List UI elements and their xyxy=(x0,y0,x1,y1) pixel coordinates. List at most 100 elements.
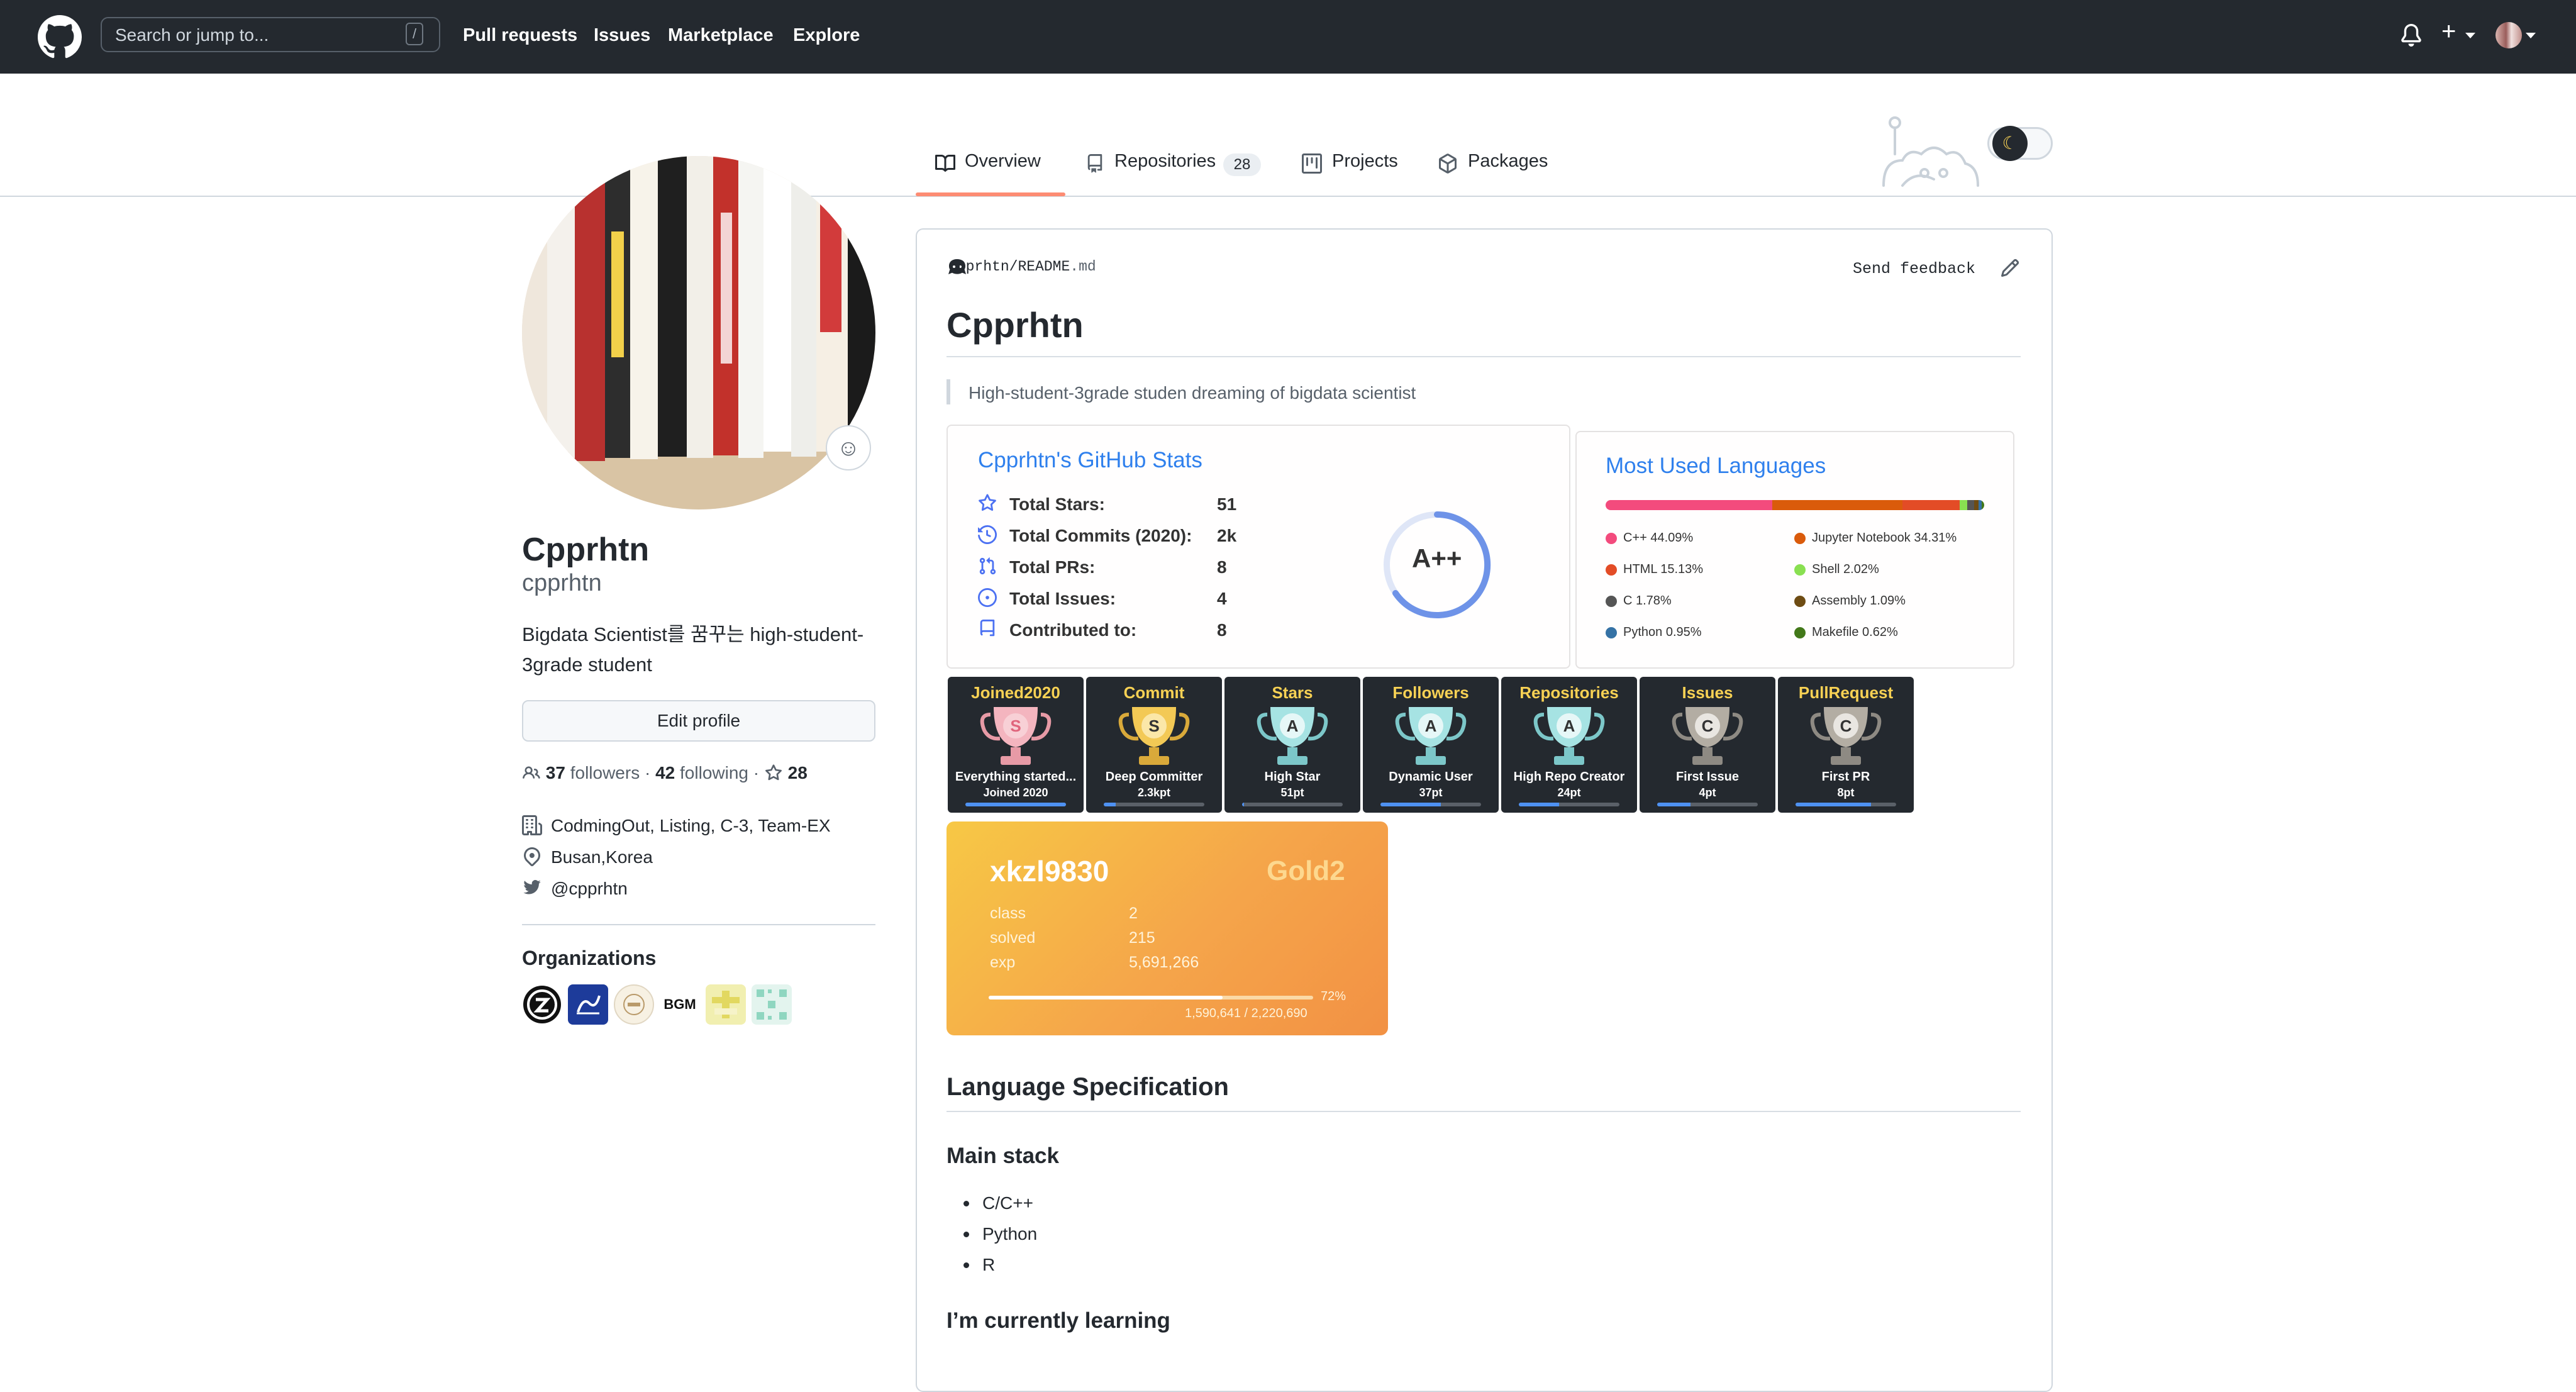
org-avatar[interactable] xyxy=(614,984,654,1025)
org-avatar[interactable] xyxy=(568,984,608,1025)
language-dot xyxy=(1794,626,1806,638)
nav-explore[interactable]: Explore xyxy=(793,25,860,46)
tab-repositories[interactable]: Repositories xyxy=(1114,151,1216,172)
organizations-title: Organizations xyxy=(522,947,657,969)
stats-card-title: Cpprhtn's GitHub Stats xyxy=(978,448,1202,472)
bell-icon[interactable] xyxy=(2400,23,2423,48)
language-label: C 1.78% xyxy=(1623,594,1672,608)
trophy-points: 4pt xyxy=(1699,786,1716,799)
history-icon xyxy=(978,525,997,544)
subsection-heading: Main stack xyxy=(947,1144,1059,1168)
send-feedback-link[interactable]: Send feedback xyxy=(1853,260,1975,278)
nav-pull-requests[interactable]: Pull requests xyxy=(463,25,577,46)
followers-link[interactable]: followers xyxy=(570,763,640,782)
trophy-title: Repositories xyxy=(1519,683,1619,702)
plus-icon[interactable]: + xyxy=(2441,19,2456,44)
list-item: R xyxy=(982,1255,996,1274)
trophy-progress-fill xyxy=(1104,803,1116,806)
language-bar-segment xyxy=(1960,500,1968,510)
exp-progress-numbers: 1,590,641 / 2,220,690 xyxy=(1185,1006,1307,1020)
moon-icon[interactable]: ☾ xyxy=(1992,126,2028,161)
language-label: C++ 44.09% xyxy=(1623,531,1694,545)
section-heading: Language Specification xyxy=(947,1073,1229,1101)
readme-path-user[interactable]: cpprhtn xyxy=(948,259,1009,275)
trophy-points: 37pt xyxy=(1419,786,1443,799)
org-avatar[interactable] xyxy=(706,984,746,1025)
trophy-card[interactable]: PullRequest C First PR 8pt xyxy=(1778,677,1914,813)
trophy-title: Stars xyxy=(1272,683,1313,702)
chevron-down-icon[interactable] xyxy=(2465,33,2475,39)
list-item: Python xyxy=(982,1224,1038,1244)
following-count[interactable]: 42 xyxy=(655,763,675,782)
trophy-rank: S xyxy=(1148,716,1159,735)
org-avatar[interactable] xyxy=(752,984,792,1025)
language-label: HTML 15.13% xyxy=(1623,562,1704,576)
trophy-card[interactable]: Stars A High Star 51pt xyxy=(1224,677,1360,813)
solved-row-value: 2 xyxy=(1129,905,1138,922)
list-bullet xyxy=(963,1201,969,1206)
stat-label: Total Stars: xyxy=(1009,494,1105,514)
trophy-description: First Issue xyxy=(1675,770,1740,784)
trophy-card[interactable]: Commit S Deep Committer 2.3kpt xyxy=(1086,677,1222,813)
trophy-progress xyxy=(1519,803,1619,806)
tab-packages[interactable]: Packages xyxy=(1468,151,1548,172)
solved-username: xkzl9830 xyxy=(990,855,1109,888)
tab-overview[interactable]: Overview xyxy=(965,151,1041,172)
profile-twitter-link[interactable]: @cpprhtn xyxy=(551,879,628,899)
follow-stats: 37 followers · 42 following · 28 xyxy=(522,763,808,783)
trophy-title: Joined2020 xyxy=(971,683,1060,702)
stat-label: Contributed to: xyxy=(1009,620,1137,640)
stat-label: Total Issues: xyxy=(1009,589,1116,608)
org-avatar[interactable] xyxy=(522,984,562,1025)
language-dot xyxy=(1794,532,1806,544)
profile-avatar[interactable] xyxy=(522,156,875,509)
exp-progress-percent: 72% xyxy=(1321,989,1346,1003)
edit-profile-button[interactable]: Edit profile xyxy=(522,700,875,742)
trophy-card[interactable]: Repositories A High Repo Creator 24pt xyxy=(1501,677,1637,813)
trophy-progress xyxy=(1796,803,1896,806)
trophy-description: First PR xyxy=(1821,770,1870,784)
language-item: Jupyter Notebook 34.31% xyxy=(1794,531,1957,545)
trophy-progress xyxy=(965,803,1066,806)
avatar[interactable] xyxy=(2496,22,2522,48)
trophy-icon: C xyxy=(1672,707,1743,765)
github-logo-icon[interactable] xyxy=(38,15,82,59)
trophy-rank: A xyxy=(1563,716,1575,735)
pencil-icon[interactable] xyxy=(2000,258,2020,278)
trophy-progress-fill xyxy=(965,803,1066,806)
smiley-icon: ☺ xyxy=(836,435,860,460)
location-icon xyxy=(523,847,541,867)
nav-marketplace[interactable]: Marketplace xyxy=(668,25,774,46)
stat-value: 51 xyxy=(1217,494,1237,514)
following-link[interactable]: following xyxy=(680,763,748,782)
profile-company: CodmingOut, Listing, C-3, Team-EX xyxy=(551,816,831,835)
language-dot xyxy=(1794,595,1806,607)
trophy-progress-fill xyxy=(1519,803,1559,806)
nav-issues[interactable]: Issues xyxy=(594,25,650,46)
repo-icon xyxy=(980,620,995,637)
language-bar-segment xyxy=(1967,500,1974,510)
trophy-description: Dynamic User xyxy=(1389,770,1473,784)
chevron-down-icon[interactable] xyxy=(2526,33,2536,39)
org-avatar[interactable]: BGM xyxy=(660,984,700,1025)
language-label: Assembly 1.09% xyxy=(1812,594,1906,608)
set-status-button[interactable]: ☺ xyxy=(826,425,871,470)
readme-path-file[interactable]: README xyxy=(1018,259,1070,275)
star-icon xyxy=(979,494,996,511)
solved-row-label: class xyxy=(990,905,1026,922)
stars-count[interactable]: 28 xyxy=(788,763,808,782)
trophy-description: Deep Committer xyxy=(1105,770,1203,784)
stat-label: Total Commits (2020): xyxy=(1009,526,1192,545)
trophy-card[interactable]: Followers A Dynamic User 37pt xyxy=(1363,677,1499,813)
solved-row-label: exp xyxy=(990,954,1016,971)
followers-count[interactable]: 37 xyxy=(546,763,565,782)
trophy-card[interactable]: Joined2020 S Everything started... Joine… xyxy=(948,677,1084,813)
solved-row-value: 5,691,266 xyxy=(1129,954,1199,971)
pull-request-icon xyxy=(979,557,996,575)
trophy-card[interactable]: Issues C First Issue 4pt xyxy=(1640,677,1775,813)
trophy-progress-fill xyxy=(1796,803,1871,806)
trophy-points: 51pt xyxy=(1280,786,1304,799)
trophy-progress-fill xyxy=(1380,803,1441,806)
readme-title: Cpprhtn xyxy=(947,305,1084,345)
tab-projects[interactable]: Projects xyxy=(1332,151,1398,172)
